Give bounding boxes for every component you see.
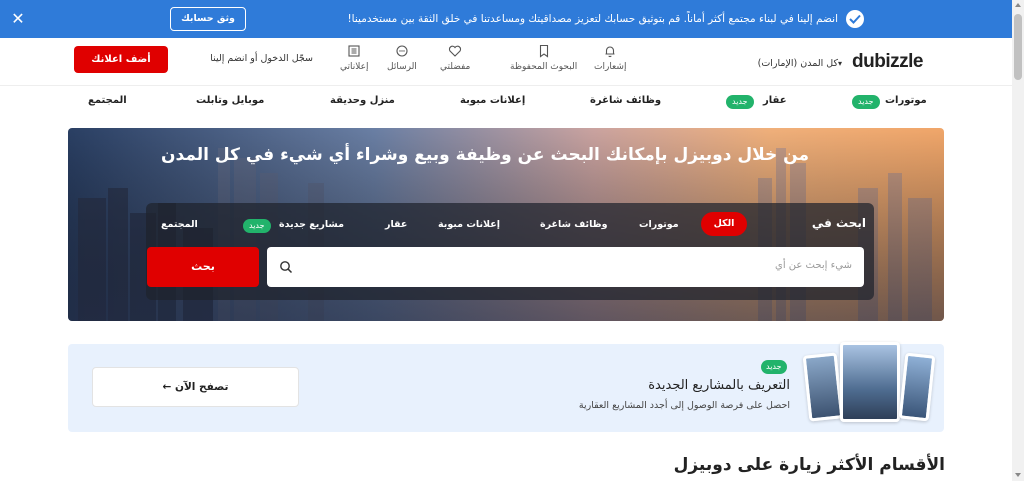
verify-account-button[interactable]: وثق حسابك	[170, 7, 246, 31]
tab-all[interactable]: الكل	[701, 212, 747, 236]
promo-new-badge: جديد	[761, 360, 787, 374]
promo-subtitle: احصل على فرصة الوصول إلى أجدد المشاريع ا…	[578, 400, 790, 411]
hero-title: من خلال دوبيزل بإمكانك البحث عن وظيفة وب…	[161, 145, 809, 165]
scrollbar-thumb[interactable]	[1014, 14, 1022, 80]
section-title: الأقسام الأكثر زيارة على دوبيزل	[673, 455, 945, 475]
project-image-left	[802, 352, 844, 422]
banner-message: انضم إلينا في لبناء مجتمع أكثر أماناً. ق…	[347, 13, 838, 25]
close-banner-button[interactable]: ✕	[8, 9, 28, 29]
nav-motors[interactable]: موتورات	[885, 95, 927, 106]
nav-property[interactable]: عقار	[763, 95, 787, 106]
my-ads-link[interactable]: إعلاناتي	[340, 44, 369, 72]
browse-now-button[interactable]: تصفح الآن ←	[92, 367, 299, 407]
nav-home-garden[interactable]: منزل وحديقة	[330, 95, 395, 106]
tab-new-projects[interactable]: مشاريع جديدة	[279, 219, 344, 230]
login-link[interactable]: سجّل الدخول أو انضم إلينا	[195, 53, 313, 64]
saved-searches-link[interactable]: البحوث المحفوظة	[510, 44, 577, 72]
bell-icon	[605, 46, 615, 58]
promo-title: التعريف بالمشاريع الجديدة	[648, 378, 790, 393]
tab-classifieds[interactable]: إعلانات مبوبة	[438, 219, 500, 230]
heart-icon	[449, 45, 462, 57]
tab-motors[interactable]: موتورات	[639, 219, 679, 230]
favorites-link[interactable]: مفضلتي	[440, 44, 470, 72]
chat-icon	[396, 45, 408, 57]
search-icon	[280, 261, 293, 274]
search-placeholder: شيء إبحث عن أي	[775, 260, 852, 271]
verification-banner: ✕ وثق حسابك انضم إلينا في لبناء مجتمع أك…	[0, 0, 1012, 38]
check-circle-icon	[846, 10, 864, 28]
tab-community[interactable]: المجتمع	[161, 219, 198, 230]
nav-classifieds[interactable]: إعلانات مبوبة	[460, 95, 525, 106]
location-selector[interactable]: ▾كل المدن (الإمارات)	[746, 58, 846, 69]
search-button[interactable]: بحث	[147, 247, 259, 287]
nav-property-new-badge: جديد	[726, 95, 754, 109]
tab-jobs[interactable]: وظائف شاغرة	[540, 219, 608, 230]
tab-property[interactable]: عقار	[385, 219, 407, 230]
dubizzle-logo[interactable]: dubizzle	[852, 51, 923, 73]
search-in-label: ابحث في	[811, 216, 866, 230]
chevron-down-icon: ▾	[837, 59, 842, 68]
nav-jobs[interactable]: وظائف شاغرة	[590, 95, 661, 106]
nav-community[interactable]: المجتمع	[88, 95, 127, 106]
nav-motors-new-badge: جديد	[852, 95, 880, 109]
scroll-down-icon[interactable]	[1015, 473, 1021, 477]
tab-new-projects-badge: جديد	[243, 219, 271, 233]
page-scrollbar[interactable]	[1012, 0, 1024, 481]
messages-link[interactable]: الرسائل	[387, 44, 417, 72]
search-input[interactable]: شيء إبحث عن أي	[267, 247, 864, 287]
notifications-link[interactable]: إشعارات	[594, 44, 626, 72]
project-image-center	[840, 342, 900, 422]
post-ad-button[interactable]: أضف اعلانك	[74, 46, 168, 73]
scroll-up-icon[interactable]	[1015, 3, 1021, 7]
saved-search-icon	[539, 44, 548, 58]
arrow-left-icon: ←	[162, 381, 172, 393]
list-icon	[348, 45, 360, 57]
nav-mobiles[interactable]: موبايل وتابلت	[196, 95, 264, 106]
